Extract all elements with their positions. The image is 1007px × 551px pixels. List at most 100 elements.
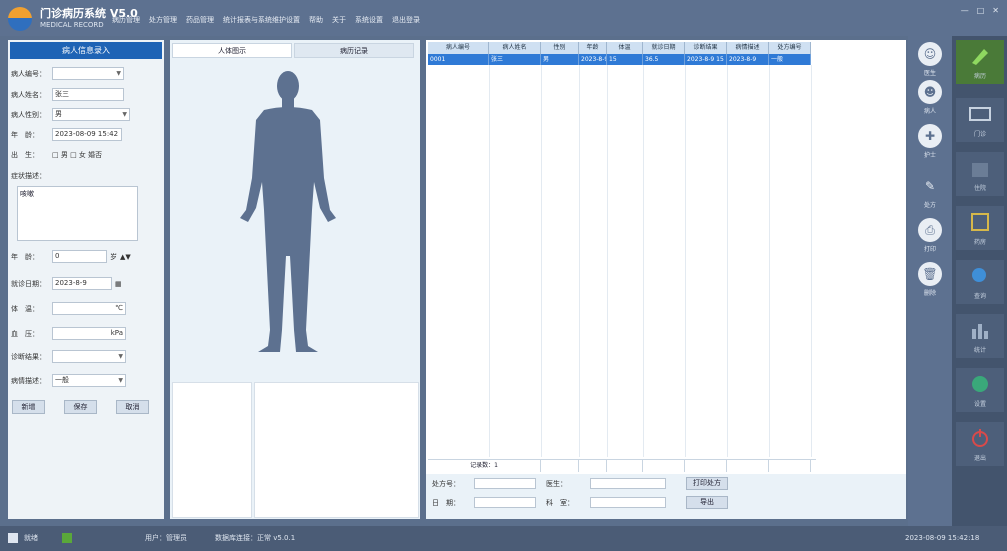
tab-body-map[interactable]: 人体图示 xyxy=(172,43,292,58)
symptom-detail-area[interactable] xyxy=(254,382,419,518)
nav-item-inpatient[interactable]: 住院 xyxy=(956,152,1004,196)
column-divider xyxy=(579,65,580,457)
form-row-age: 年 龄： 2023-08-09 15:42 xyxy=(11,128,122,141)
column-header[interactable]: 病情描述 xyxy=(727,42,769,54)
department-select[interactable] xyxy=(590,497,666,508)
menu-item[interactable]: 系统设置 xyxy=(355,15,383,25)
column-header[interactable]: 性别 xyxy=(541,42,579,54)
chevron-down-icon: ▼ xyxy=(118,377,123,384)
human-body-figure[interactable] xyxy=(172,60,418,380)
title-bar: 门诊病历系统 V5.0 MEDICAL RECORD 病历管理 处方管理 药品管… xyxy=(0,0,1007,36)
blood-pressure-input[interactable]: kPa xyxy=(52,327,126,340)
field-label: 年 龄： xyxy=(11,130,39,139)
printer-icon[interactable]: ⎙ xyxy=(918,218,942,242)
status-indicator-icon xyxy=(8,533,18,543)
chevron-down-icon: ▼ xyxy=(116,70,121,77)
cancel-button[interactable]: 取消 xyxy=(116,400,149,414)
window-controls: — □ ✕ xyxy=(961,6,999,15)
field-label: 年 龄： xyxy=(11,252,39,261)
tab-records[interactable]: 病历记录 xyxy=(294,43,414,58)
body-part-list[interactable] xyxy=(172,382,252,518)
patient-icon[interactable]: ☻ xyxy=(918,80,942,104)
nav-item-pharmacy[interactable]: 药房 xyxy=(956,206,1004,250)
print-prescription-button[interactable]: 打印处方 xyxy=(686,477,728,490)
chevron-down-icon: ▼ xyxy=(118,353,123,360)
column-header[interactable]: 病人编号 xyxy=(428,42,489,54)
column-header[interactable]: 年龄 xyxy=(579,42,607,54)
patient-id-select[interactable]: ▼ xyxy=(52,67,124,80)
field-label: 病情描述： xyxy=(11,376,46,385)
table-row[interactable]: 0001 张三 男 2023-8-9 15 36.5 2023-8-9 15 2… xyxy=(428,54,811,65)
export-button[interactable]: 导出 xyxy=(686,496,728,509)
column-header[interactable]: 体温 xyxy=(607,42,643,54)
age-input[interactable]: 0 xyxy=(52,250,107,263)
condition-select[interactable]: 一般 ▼ xyxy=(52,374,126,387)
menu-item[interactable]: 统计报表与系统维护设置 xyxy=(223,15,300,25)
form-row-bp: 血 压： kPa xyxy=(11,327,126,340)
status-bar: 就绪 用户：管理员 数据库连接：正常 v5.0.1 2023-08-09 15:… xyxy=(0,526,1007,551)
summary-cell xyxy=(643,460,685,472)
spinner-icon[interactable]: ▲▼ xyxy=(120,253,131,261)
form-row-id: 病人编号： ▼ xyxy=(11,67,124,80)
datetime-input[interactable]: 2023-08-09 15:42 xyxy=(52,128,122,141)
patient-name-input[interactable]: 张三 xyxy=(52,88,124,101)
nav-item-outpatient[interactable]: 门诊 xyxy=(956,98,1004,142)
menu-item[interactable]: 帮助 xyxy=(309,15,323,25)
doctor-icon[interactable]: ☺ xyxy=(918,42,942,66)
new-button[interactable]: 新增 xyxy=(12,400,45,414)
table-cell: 一般 xyxy=(769,54,811,65)
column-header[interactable]: 处方编号 xyxy=(769,42,811,54)
nav-item-search[interactable]: 查询 xyxy=(956,260,1004,304)
nav-label: 门诊 xyxy=(973,131,986,138)
gender-select[interactable]: 男 ▼ xyxy=(52,108,130,121)
table-cell: 0001 xyxy=(428,54,489,65)
nav-item-settings[interactable]: 设置 xyxy=(956,368,1004,412)
form-row-gender: 病人性别： 男 ▼ xyxy=(11,108,130,121)
tool-label: 删除 xyxy=(923,290,936,297)
age-unit: 岁 xyxy=(110,252,117,261)
field-label: 病人编号： xyxy=(11,69,46,78)
record-count: 记录数：1 xyxy=(428,460,541,472)
table-cell: 2023-8-9 15 xyxy=(685,54,727,65)
field-label: 症状描述： xyxy=(11,172,46,180)
tool-label: 病人 xyxy=(923,108,936,115)
patient-form-panel: 病人信息录入 病人编号： ▼ 病人姓名： 张三 病人性别： 男 ▼ 年 龄： 20… xyxy=(8,40,164,519)
calendar-icon[interactable]: ▦ xyxy=(115,280,122,288)
column-header[interactable]: 就诊日期 xyxy=(643,42,685,54)
minimize-icon[interactable]: — xyxy=(961,6,969,15)
visit-date-input[interactable]: 2023-8-9 xyxy=(52,277,112,290)
gender-checkboxes[interactable]: □ 男 □ 女 婚否 xyxy=(52,150,102,160)
field-label: 处方号： xyxy=(432,480,460,488)
column-header[interactable]: 病人姓名 xyxy=(489,42,541,54)
nav-label: 统计 xyxy=(973,347,986,354)
nav-item-statistics[interactable]: 统计 xyxy=(956,314,1004,358)
column-header[interactable]: 诊断结果 xyxy=(685,42,727,54)
doctor-input[interactable] xyxy=(590,478,666,489)
table-cell: 张三 xyxy=(489,54,541,65)
prescription-number-input[interactable] xyxy=(474,478,536,489)
tool-label: 处方 xyxy=(923,202,936,209)
menu-item[interactable]: 药品管理 xyxy=(186,15,214,25)
menu-item[interactable]: 退出登录 xyxy=(392,15,420,25)
nav-item-records[interactable]: 病历 xyxy=(956,40,1004,84)
column-divider xyxy=(685,65,686,457)
menu-item[interactable]: 关于 xyxy=(332,15,346,25)
date-input[interactable] xyxy=(474,497,536,508)
diagnosis-select[interactable]: ▼ xyxy=(52,350,126,363)
field-label: 医生： xyxy=(546,480,567,488)
table-cell: 男 xyxy=(541,54,579,65)
trash-icon[interactable]: 🗑 xyxy=(918,262,942,286)
table-cell: 36.5 xyxy=(643,54,685,65)
maximize-icon[interactable]: □ xyxy=(977,6,985,15)
menu-item[interactable]: 病历管理 xyxy=(112,15,140,25)
close-icon[interactable]: ✕ xyxy=(992,6,999,15)
temperature-input[interactable]: ℃ xyxy=(52,302,126,315)
right-navigation: 病历 门诊 住院 药房 查询 统计 设置 退出 xyxy=(952,36,1007,526)
symptom-textarea[interactable]: 咳嗽 xyxy=(17,186,138,241)
menu-item[interactable]: 处方管理 xyxy=(149,15,177,25)
nav-item-exit[interactable]: 退出 xyxy=(956,422,1004,466)
save-button[interactable]: 保存 xyxy=(64,400,97,414)
nurse-icon[interactable]: ✚ xyxy=(918,124,942,148)
pen-icon[interactable]: ✎ xyxy=(918,174,942,198)
form-row-temp: 体 温： ℃ xyxy=(11,302,126,315)
